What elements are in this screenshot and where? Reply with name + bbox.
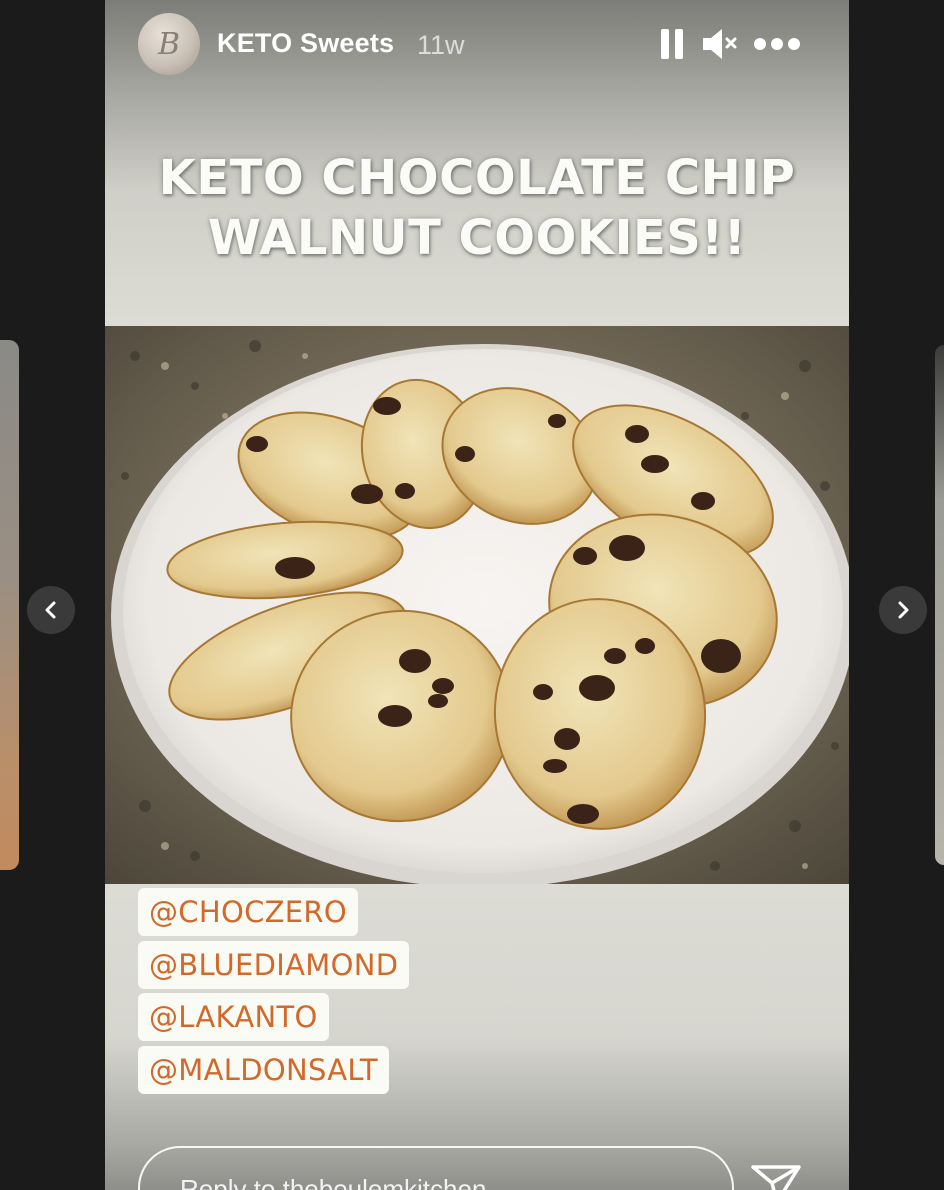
muted-speaker-icon[interactable] — [701, 26, 739, 62]
cookies-photo — [105, 326, 849, 884]
reply-input[interactable]: Reply to theboulemkitchen... — [138, 1146, 734, 1190]
story-timestamp: 11w — [417, 30, 465, 60]
next-story-button[interactable] — [879, 586, 927, 634]
story-title-line-1: KETO CHOCOLATE CHIP — [158, 150, 796, 206]
username[interactable]: KETO Sweets — [217, 28, 394, 59]
story-card[interactable]: B KETO Sweets 11w KETO CHOCOLATE CHIP WA… — [105, 0, 849, 1190]
mention-tag-maldonsalt[interactable]: @MALDONSALT — [138, 1046, 389, 1094]
story-title: KETO CHOCOLATE CHIP WALNUT COOKIES!! — [105, 148, 849, 268]
mention-tag-bluediamond[interactable]: @BLUEDIAMOND — [138, 941, 410, 989]
story-title-line-2: WALNUT COOKIES!! — [207, 210, 747, 266]
avatar[interactable]: B — [138, 13, 200, 75]
previous-story-preview[interactable] — [0, 340, 19, 870]
story-header: B KETO Sweets 11w — [105, 0, 849, 90]
chevron-right-icon — [898, 601, 909, 619]
previous-story-button[interactable] — [27, 586, 75, 634]
mention-tag-lakanto[interactable]: @LAKANTO — [138, 993, 329, 1041]
mention-tag-choczero[interactable]: @CHOCZERO — [138, 888, 358, 936]
paper-plane-icon[interactable] — [750, 1164, 802, 1190]
next-story-preview[interactable] — [935, 345, 944, 865]
avatar-logo: B — [157, 26, 181, 62]
reply-placeholder: Reply to theboulemkitchen... — [180, 1174, 509, 1190]
chevron-left-icon — [45, 601, 56, 619]
pause-icon[interactable] — [660, 28, 684, 60]
more-options-icon[interactable] — [753, 34, 801, 54]
